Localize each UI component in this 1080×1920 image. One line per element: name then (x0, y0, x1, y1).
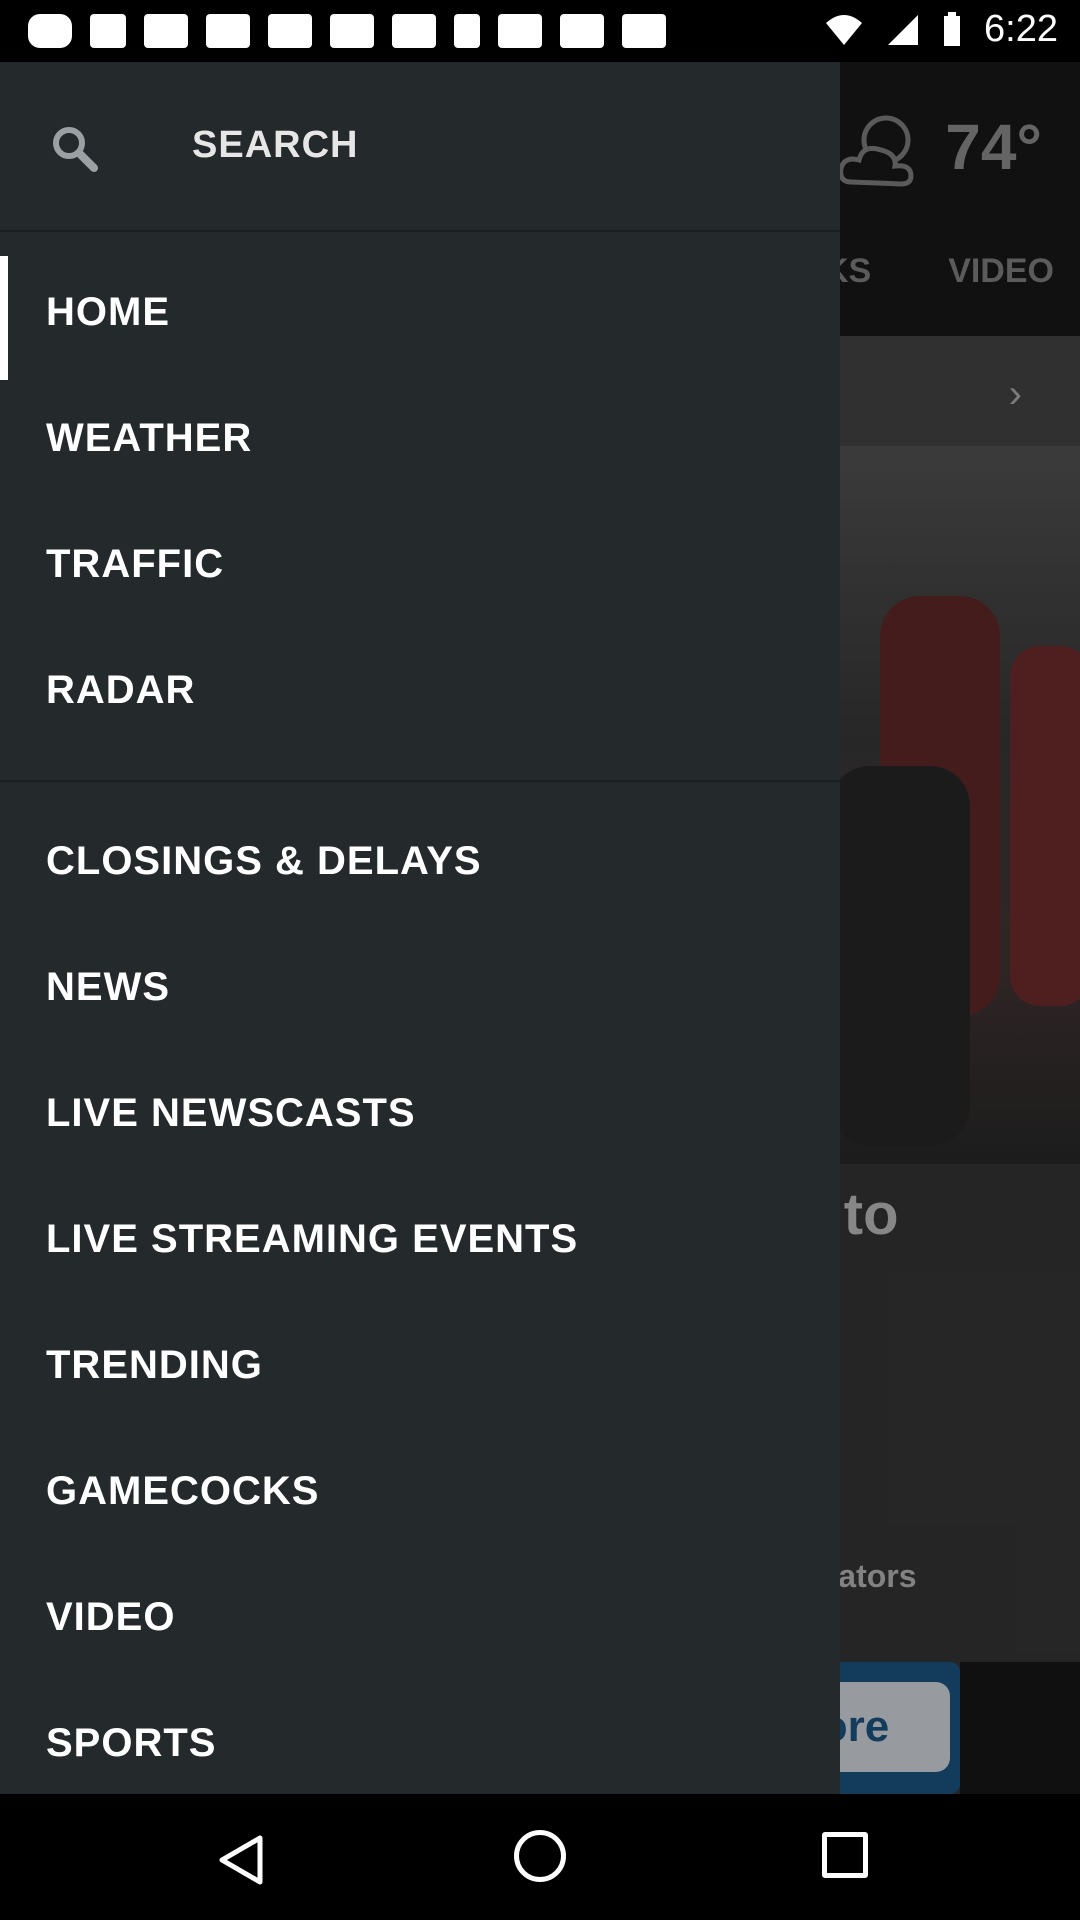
menu-divider (0, 780, 840, 782)
square-icon (268, 14, 312, 48)
menu-item-home[interactable]: HOME (0, 256, 840, 380)
menu-item-gamecocks[interactable]: GAMECOCKS (0, 1435, 840, 1545)
square-icon (622, 14, 666, 48)
menu-item-weather[interactable]: WEATHER (0, 382, 840, 492)
recents-icon[interactable] (822, 1832, 868, 1878)
menu-item-label: TRENDING (46, 1343, 263, 1387)
menu-item-label: LIVE STREAMING EVENTS (46, 1217, 579, 1261)
facebook-icon (90, 14, 126, 48)
menu-item-news[interactable]: NEWS (0, 931, 840, 1041)
nav-drawer: SEARCH HOME WEATHER TRAFFIC RADAR CLOSIN… (0, 62, 840, 1794)
home-icon[interactable] (514, 1830, 566, 1882)
science-icon (454, 14, 480, 48)
menu-item-label: NEWS (46, 965, 170, 1009)
menu-item-label: CLOSINGS & DELAYS (46, 839, 482, 883)
menu-item-label: GAMECOCKS (46, 1469, 320, 1513)
menu-item-sports[interactable]: SPORTS (0, 1687, 840, 1794)
menu-item-trending[interactable]: TRENDING (0, 1309, 840, 1419)
battery-icon (944, 11, 961, 46)
square-icon (330, 14, 374, 48)
wifi-icon (826, 14, 863, 45)
menu-item-label: SPORTS (46, 1721, 217, 1765)
menu-item-live-newscasts[interactable]: LIVE NEWSCASTS (0, 1057, 840, 1167)
clock: 6:22 (984, 8, 1058, 50)
system-nav-bar (0, 1794, 1080, 1920)
square-icon (392, 14, 436, 48)
menu-item-video[interactable]: VIDEO (0, 1561, 840, 1671)
search-label: SEARCH (192, 124, 359, 166)
status-bar: 6:22 (0, 0, 1080, 62)
notification-icons (28, 14, 666, 48)
square-icon (144, 14, 188, 48)
menu-item-label: LIVE NEWSCASTS (46, 1091, 416, 1135)
menu-item-closings-delays[interactable]: CLOSINGS & DELAYS (0, 805, 840, 915)
message-icon (28, 14, 72, 48)
search-row[interactable]: SEARCH (0, 62, 840, 232)
search-icon (53, 127, 98, 172)
back-icon[interactable] (214, 1832, 270, 1888)
menu-item-label: TRAFFIC (46, 542, 225, 586)
menu-item-label: RADAR (46, 668, 196, 712)
menu-item-live-streaming-events[interactable]: LIVE STREAMING EVENTS (0, 1183, 840, 1293)
menu-item-label: HOME (46, 290, 170, 334)
menu-item-traffic[interactable]: TRAFFIC (0, 508, 840, 618)
square-icon (560, 14, 604, 48)
square-icon (498, 14, 542, 48)
menu-item-label: WEATHER (46, 416, 253, 460)
menu-item-label: VIDEO (46, 1595, 176, 1639)
active-indicator (0, 256, 8, 380)
news-icon (206, 14, 250, 48)
menu-item-radar[interactable]: RADAR (0, 634, 840, 744)
signal-icon (888, 14, 919, 45)
